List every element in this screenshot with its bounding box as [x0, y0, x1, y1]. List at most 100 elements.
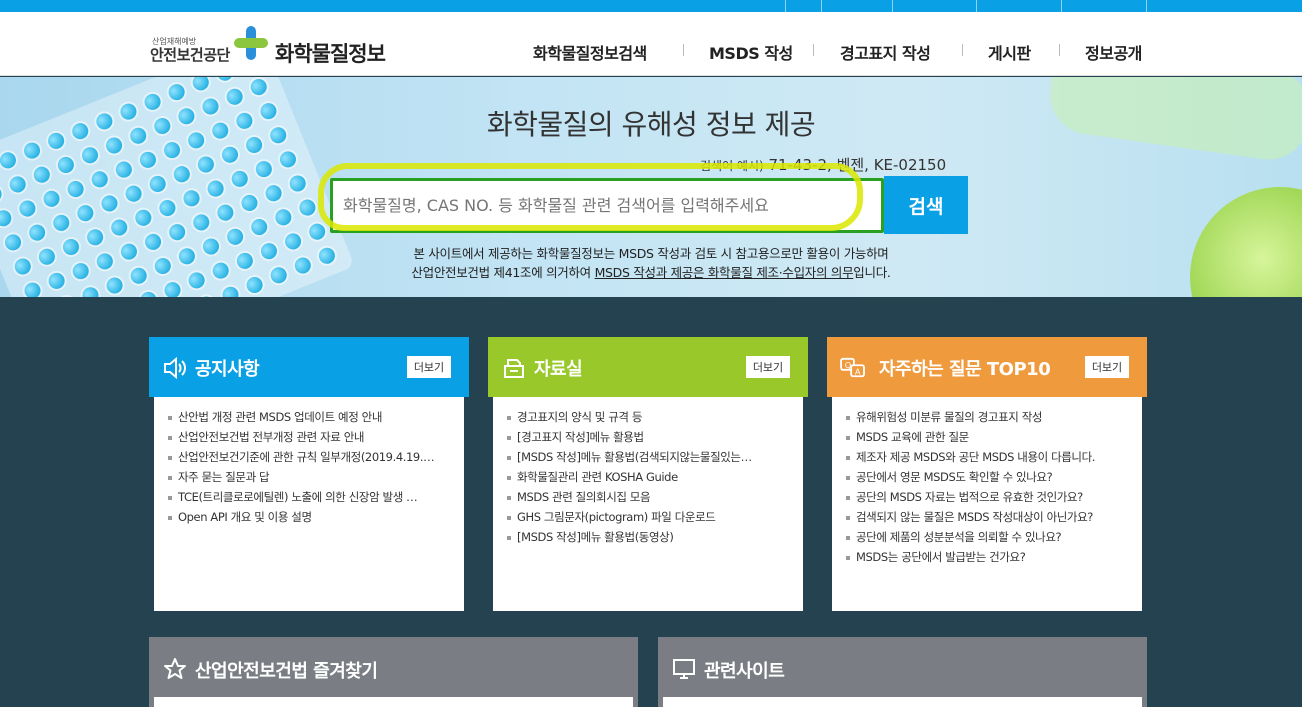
- well-dot: [22, 280, 43, 297]
- list-item[interactable]: 산업안전보건법 전부개정 관련 자료 안내: [166, 427, 456, 447]
- well-dot: [55, 154, 77, 176]
- list-item[interactable]: [MSDS 작성]메뉴 활용법(검색되지않는물질있는…: [505, 447, 795, 467]
- well-dot: [195, 294, 217, 297]
- notice-duty-link[interactable]: MSDS 작성과 제공은 화학물질 제조·수입자의 의무: [595, 265, 854, 280]
- nav-board[interactable]: 게시판: [988, 40, 1031, 64]
- well-dot: [220, 284, 241, 297]
- well-dot: [253, 158, 275, 180]
- well-dot: [287, 173, 309, 194]
- qa-bubble-icon: Q A: [840, 357, 865, 378]
- well-dot: [0, 207, 14, 229]
- library-more-button[interactable]: 더보기: [746, 356, 790, 378]
- list-item[interactable]: 경고표지의 양식 및 규격 등: [505, 407, 795, 427]
- well-dot: [229, 168, 251, 190]
- notice-line-2: 산업안전보건법 제41조에 의거하여 MSDS 작성과 제공은 화학물질 제조·…: [0, 262, 1302, 281]
- well-dot: [79, 144, 101, 166]
- panel-faq-title: 자주하는 질문 TOP10: [879, 359, 1051, 380]
- search-input[interactable]: [343, 181, 873, 230]
- search-hint-examples: 71-43-2, 벤젠, KE-02150: [768, 156, 947, 174]
- well-dot: [41, 188, 62, 210]
- list-item[interactable]: 공단에서 영문 MSDS도 확인할 수 있나요?: [844, 467, 1134, 487]
- notice-suffix: 입니다.: [853, 265, 891, 280]
- logo-cross-icon[interactable]: [234, 26, 268, 60]
- well-dot: [297, 197, 318, 218]
- nav-warning-label[interactable]: 경고표지 작성: [840, 40, 931, 64]
- law-favorites-body: [154, 697, 633, 707]
- nav-msds-write[interactable]: MSDS 작성: [709, 40, 793, 64]
- top-strip: [0, 0, 1302, 12]
- list-item[interactable]: MSDS 교육에 관한 질문: [844, 427, 1134, 447]
- well-dot: [89, 168, 111, 190]
- library-list: 경고표지의 양식 및 규격 등 [경고표지 작성]메뉴 활용법 [MSDS 작성]메…: [493, 397, 803, 547]
- panel-library-title: 자료실: [534, 359, 583, 380]
- list-item[interactable]: TCE(트리클로로에틸렌) 노출에 의한 신장암 발생 …: [166, 487, 456, 507]
- notices-list: 산안법 개정 관련 MSDS 업데이트 예정 안내 산업안전보건법 전부개정 관련…: [154, 397, 464, 527]
- list-item[interactable]: 제조자 제공 MSDS와 공단 MSDS 내용이 다릅니다.: [844, 447, 1134, 467]
- notice-prefix: 산업안전보건법 제41조에 의거하여: [411, 265, 595, 280]
- well-dot: [123, 183, 144, 205]
- list-item[interactable]: [경고표지 작성]메뉴 활용법: [505, 427, 795, 447]
- well-dot: [205, 178, 227, 199]
- panel-library-header: 자료실 더보기: [488, 337, 808, 397]
- well-dot: [248, 77, 270, 98]
- well-dot: [171, 163, 193, 185]
- well-dot: [137, 149, 159, 171]
- panel-faq: Q A 자주하는 질문 TOP10 더보기 유해위험성 미분류 물질의 경고표지…: [827, 337, 1147, 617]
- svg-text:A: A: [855, 366, 861, 376]
- well-dot: [138, 289, 159, 297]
- faq-list: 유해위험성 미분류 물질의 경고표지 작성 MSDS 교육에 관한 질문 제조자 제…: [832, 397, 1142, 567]
- search-hint-label: 검색어 예시): [700, 159, 764, 173]
- list-item[interactable]: Open API 개요 및 이용 설명: [166, 507, 456, 527]
- well-dot: [80, 284, 101, 297]
- notices-more-button[interactable]: 더보기: [407, 356, 451, 378]
- well-dot: [7, 174, 29, 195]
- well-dot: [108, 217, 130, 238]
- list-item[interactable]: 산안법 개정 관련 MSDS 업데이트 예정 안내: [166, 407, 456, 427]
- panel-library: 자료실 더보기 경고표지의 양식 및 규격 등 [경고표지 작성]메뉴 활용법 [M…: [488, 337, 808, 617]
- list-item[interactable]: GHS 그림문자(pictogram) 파일 다운로드: [505, 507, 795, 527]
- panel-notices-body: 산안법 개정 관련 MSDS 업데이트 예정 안내 산업안전보건법 전부개정 관련…: [154, 397, 464, 611]
- well-dot: [0, 149, 19, 171]
- speaker-icon: [164, 357, 186, 379]
- list-item[interactable]: 검색되지 않는 물질은 MSDS 작성대상이 아닌가요?: [844, 507, 1134, 527]
- list-item[interactable]: 자주 묻는 질문과 답: [166, 467, 456, 487]
- list-item[interactable]: 공단의 MSDS 자료는 법적으로 유효한 것인가요?: [844, 487, 1134, 507]
- search-button[interactable]: 검색: [884, 176, 968, 234]
- list-item[interactable]: 유해위험성 미분류 물질의 경고표지 작성: [844, 407, 1134, 427]
- archive-box-icon: [504, 359, 524, 378]
- well-dot: [219, 144, 241, 166]
- well-dot: [17, 198, 38, 219]
- nav-disclosure[interactable]: 정보공개: [1085, 40, 1142, 64]
- well-dot: [74, 202, 96, 224]
- panel-faq-header: Q A 자주하는 질문 TOP10 더보기: [827, 337, 1147, 397]
- star-icon: [164, 658, 186, 679]
- list-item[interactable]: MSDS는 공단에서 발급받는 건가요?: [844, 547, 1134, 567]
- list-item[interactable]: 화학물질관리 관련 KOSHA Guide: [505, 467, 795, 487]
- well-dot: [272, 206, 294, 228]
- nav-chemical-search[interactable]: 화학물질정보검색: [533, 40, 647, 64]
- list-item[interactable]: 산업안전보건기준에 관한 규칙 일부개정(2019.4.19.…: [166, 447, 456, 467]
- notice-line-1: 본 사이트에서 제공하는 화학물질정보는 MSDS 작성과 검토 시 참고용으로…: [413, 246, 889, 261]
- logo-site-name[interactable]: 화학물질정보: [275, 38, 386, 68]
- search-box: [330, 178, 884, 233]
- well-dot: [113, 159, 135, 180]
- well-dot: [263, 182, 285, 204]
- well-dot: [50, 212, 72, 234]
- well-dot: [248, 216, 270, 238]
- logo-org-name[interactable]: 안전보건공단: [150, 44, 230, 65]
- well-dot: [132, 207, 154, 229]
- list-item[interactable]: [MSDS 작성]메뉴 활용법(동영상): [505, 527, 795, 547]
- top-strip-divider: [821, 0, 822, 12]
- well-dot: [0, 183, 4, 205]
- list-item[interactable]: MSDS 관련 질의회시집 모음: [505, 487, 795, 507]
- faq-more-button[interactable]: 더보기: [1085, 356, 1129, 378]
- panel-notices-title: 공지사항: [195, 359, 260, 380]
- list-item[interactable]: 공단에 제품의 성분분석을 의뢰할 수 있나요?: [844, 527, 1134, 547]
- related-sites-body: [663, 697, 1142, 707]
- well-dot: [21, 140, 43, 162]
- site-header: 산업재해예방 안전보건공단 화학물질정보 화학물질정보검색 MSDS 작성 경고…: [0, 12, 1302, 76]
- well-dot: [214, 202, 236, 224]
- well-dot: [65, 178, 87, 200]
- well-dot: [166, 221, 188, 243]
- hero-title: 화학물질의 유해성 정보 제공: [486, 108, 816, 141]
